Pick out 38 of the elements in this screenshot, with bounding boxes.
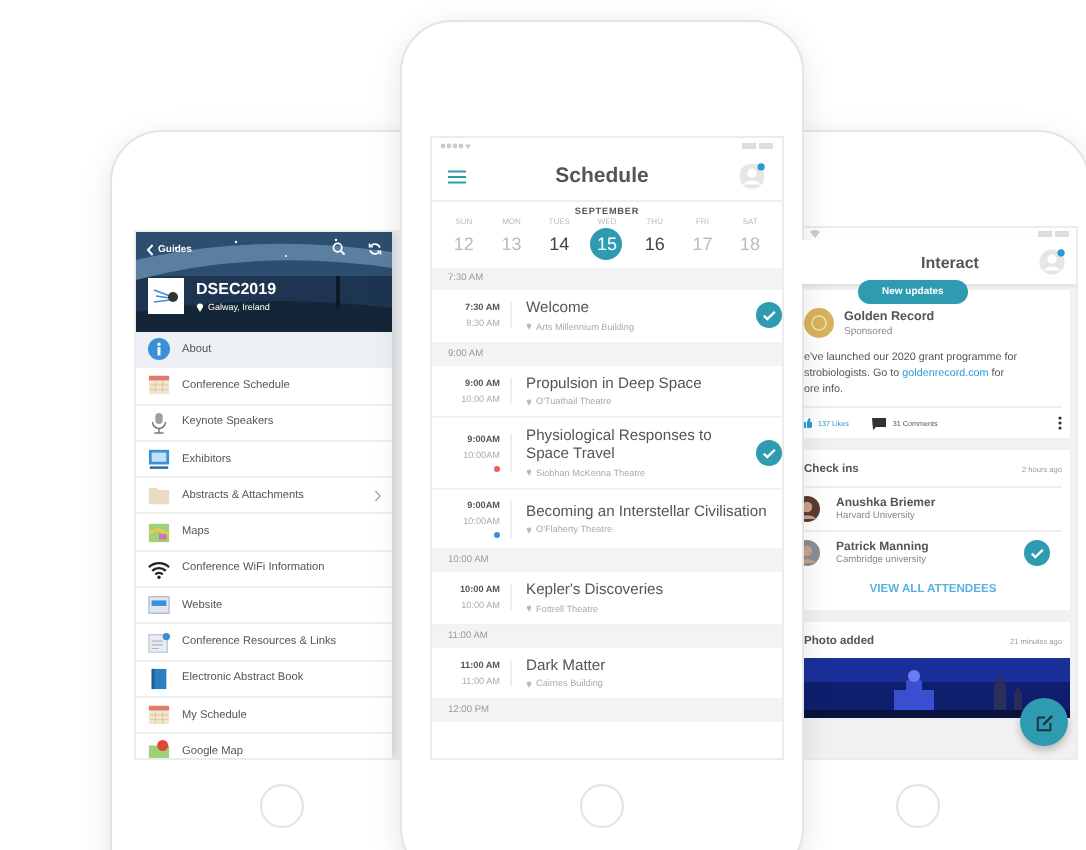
wifi-icon	[148, 557, 170, 580]
brand-logo-icon	[804, 308, 834, 338]
screen-title: Interact	[919, 253, 981, 271]
info-icon	[148, 338, 170, 361]
check-icon[interactable]	[1024, 540, 1050, 567]
map-icon	[148, 521, 170, 544]
refresh-icon[interactable]	[368, 242, 382, 256]
compose-button[interactable]	[1020, 698, 1068, 746]
location-pin-icon	[526, 468, 532, 477]
comment-icon[interactable]	[872, 417, 887, 430]
avatar-icon[interactable]	[1038, 248, 1066, 276]
event-name: DSEC2019	[196, 280, 277, 298]
location-pin-icon	[526, 604, 532, 613]
menu-icon[interactable]	[448, 169, 466, 183]
monitor-icon	[148, 448, 170, 471]
location-pin-icon	[196, 302, 204, 312]
comet-icon	[152, 286, 180, 306]
microphone-icon	[148, 411, 170, 434]
signal-icon	[440, 141, 472, 149]
map-pin-icon	[148, 740, 170, 758]
edit-icon	[1035, 713, 1053, 731]
check-icon[interactable]	[756, 440, 782, 467]
avatar-icon[interactable]	[738, 162, 766, 190]
search-icon[interactable]	[332, 242, 346, 256]
browser-icon	[148, 594, 170, 617]
calendar-icon	[148, 374, 170, 397]
chevron-left-icon	[146, 243, 154, 255]
check-icon[interactable]	[756, 302, 782, 329]
location-pin-icon	[526, 525, 532, 534]
folder-icon	[148, 484, 170, 507]
screen-title: Schedule	[555, 164, 649, 188]
thumbs-up-icon[interactable]	[804, 418, 812, 429]
calendar-icon	[148, 704, 170, 727]
document-icon	[148, 631, 170, 654]
location-pin-icon	[526, 397, 532, 406]
location-pin-icon	[526, 322, 532, 331]
location-pin-icon	[526, 679, 532, 688]
book-icon	[148, 667, 170, 690]
